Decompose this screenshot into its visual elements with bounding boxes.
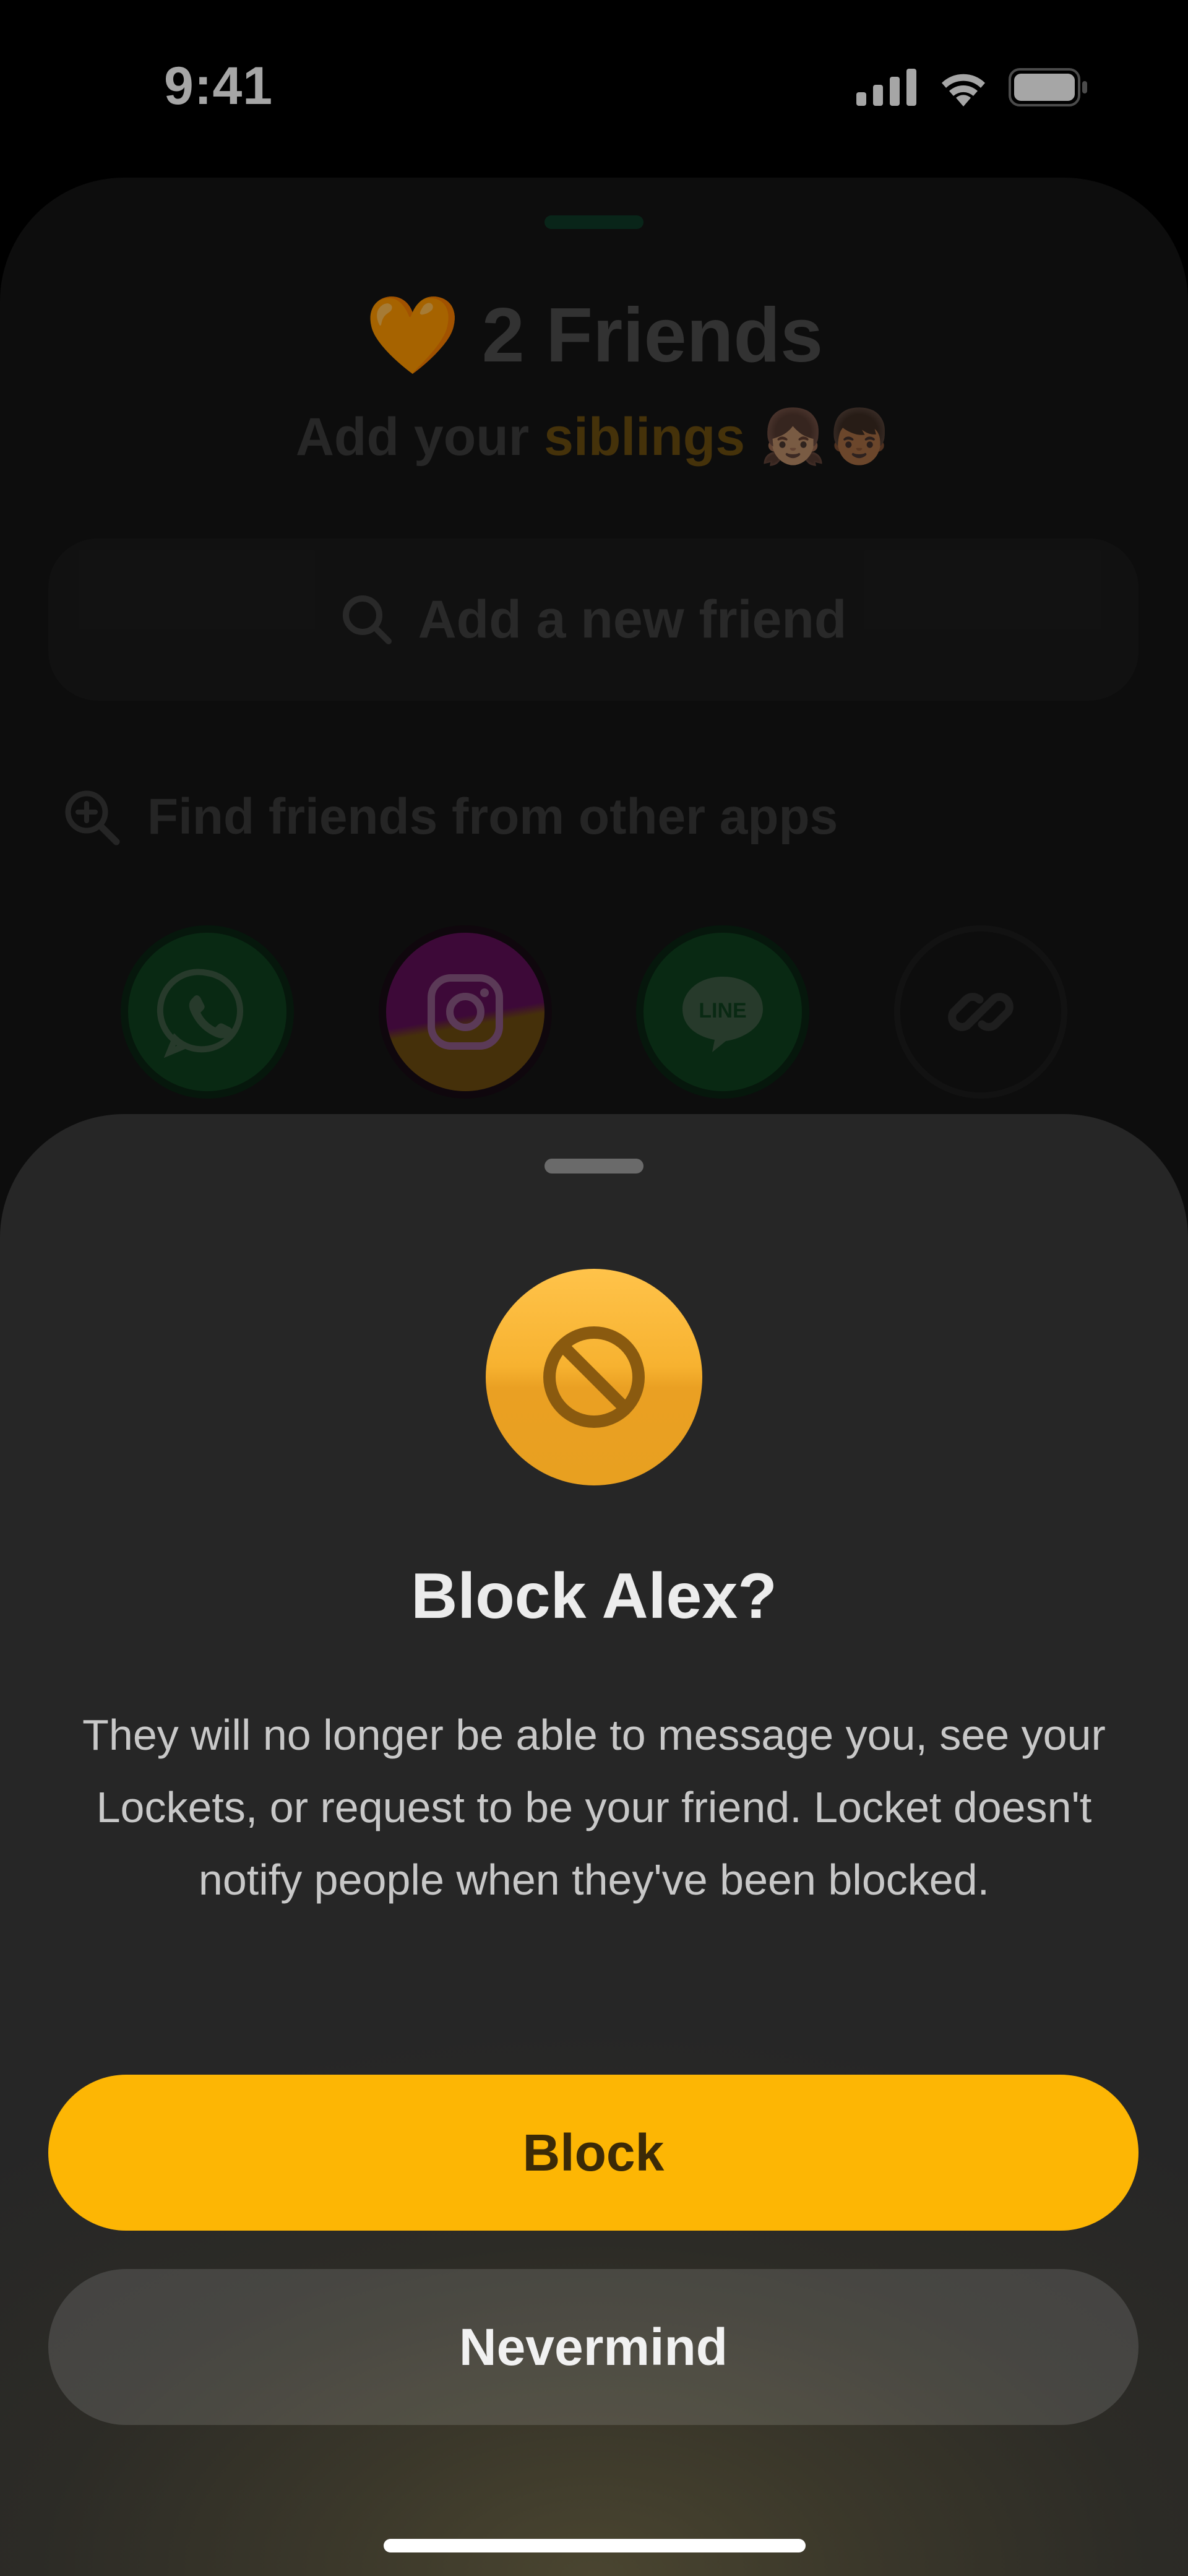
battery-icon xyxy=(1009,68,1087,106)
block-confirmation-sheet: Block Alex? They will no longer be able … xyxy=(0,1114,1188,2576)
modal-body: They will no longer be able to message y… xyxy=(82,1711,1106,1904)
whatsapp-icon xyxy=(157,969,243,1058)
copy-link-button[interactable] xyxy=(894,925,1067,1099)
modal-title: Block Alex? xyxy=(411,1560,777,1632)
instagram-button[interactable] xyxy=(379,925,552,1099)
wifi-icon xyxy=(942,74,985,106)
block-badge xyxy=(486,1269,702,1485)
search-icon xyxy=(342,595,392,644)
add-friend-search[interactable]: Add a new friend xyxy=(48,538,1138,701)
friends-count-title: 🧡 2 Friends xyxy=(0,291,1188,381)
subtitle-accent: siblings xyxy=(544,407,746,467)
sheet-grabber[interactable] xyxy=(544,1159,644,1173)
friends-count-label: 2 Friends xyxy=(481,293,824,378)
link-icon xyxy=(948,993,1014,1031)
find-friends-row: Find friends from other apps xyxy=(61,786,838,848)
home-indicator xyxy=(384,2539,806,2552)
line-button[interactable]: LINE xyxy=(636,925,809,1099)
block-icon xyxy=(543,1326,645,1428)
block-button[interactable]: Block xyxy=(48,2075,1138,2231)
zoom-in-icon xyxy=(65,790,120,845)
nevermind-button[interactable]: Nevermind xyxy=(48,2269,1138,2425)
line-icon: LINE xyxy=(682,977,763,1052)
instagram-icon xyxy=(428,974,503,1050)
svg-text:LINE: LINE xyxy=(699,999,746,1022)
status-bar: 9:41 xyxy=(0,0,1188,167)
heart-icon: 🧡 xyxy=(364,293,461,378)
add-friend-placeholder: Add a new friend xyxy=(418,589,847,649)
find-friends-label: Find friends from other apps xyxy=(147,789,838,845)
whatsapp-button[interactable] xyxy=(121,925,294,1099)
friends-sheet-grabber[interactable] xyxy=(544,215,644,229)
siblings-emoji: 👧🏽👦🏾 xyxy=(760,407,893,467)
cellular-signal-icon xyxy=(856,69,916,106)
subtitle-prefix: Add your xyxy=(295,407,544,467)
status-time: 9:41 xyxy=(164,56,273,116)
friends-subtitle: Add your siblings 👧🏽👦🏾 xyxy=(0,405,1188,468)
status-icons xyxy=(856,68,1089,106)
